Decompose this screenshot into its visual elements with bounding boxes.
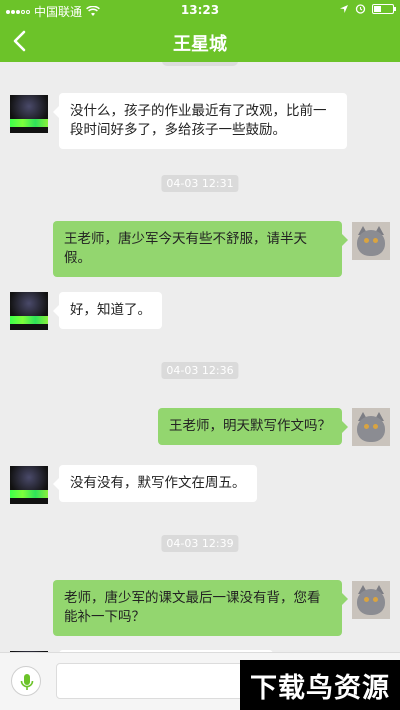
user-avatar[interactable]	[352, 222, 390, 260]
watermark-logo: 下载鸟资源	[240, 660, 400, 710]
status-bar: 中国联通 13:23	[0, 0, 400, 20]
nav-bar: 王星城	[0, 20, 400, 62]
user-avatar[interactable]	[352, 408, 390, 446]
message-timestamp: 04-03 12:31	[161, 175, 239, 192]
location-icon	[340, 4, 348, 13]
message-timestamp: 04-03 12:36	[161, 362, 239, 379]
partial-timestamp	[162, 62, 238, 66]
message-outgoing: 王老师，明天默写作文吗？	[158, 408, 348, 445]
page-title: 王星城	[173, 34, 227, 55]
message-incoming: 好，知道了。	[53, 292, 162, 329]
teacher-avatar[interactable]	[10, 292, 48, 330]
teacher-avatar[interactable]	[10, 466, 48, 504]
alarm-icon	[355, 4, 366, 14]
battery-icon	[372, 3, 396, 14]
message-timestamp: 04-03 12:39	[161, 535, 239, 552]
voice-button[interactable]	[11, 666, 41, 696]
message-outgoing: 老师，唐少军的课文最后一课没有背，您看能补一下吗？	[53, 580, 348, 636]
message-input[interactable]	[56, 663, 246, 699]
user-avatar[interactable]	[352, 581, 390, 619]
microphone-icon	[20, 674, 34, 690]
message-incoming: 没什么，孩子的作业最近有了改观，比前一段时间好多了，多给孩子一些鼓励。	[53, 93, 347, 149]
message-outgoing: 王老师，唐少军今天有些不舒服，请半天假。	[53, 221, 348, 277]
message-incoming: 没有没有，默写作文在周五。	[53, 465, 257, 502]
status-icons	[339, 3, 396, 14]
chat-message-list[interactable]: 没什么，孩子的作业最近有了改观，比前一段时间好多了，多给孩子一些鼓励。 04-0…	[0, 62, 400, 652]
teacher-avatar[interactable]	[10, 95, 48, 133]
